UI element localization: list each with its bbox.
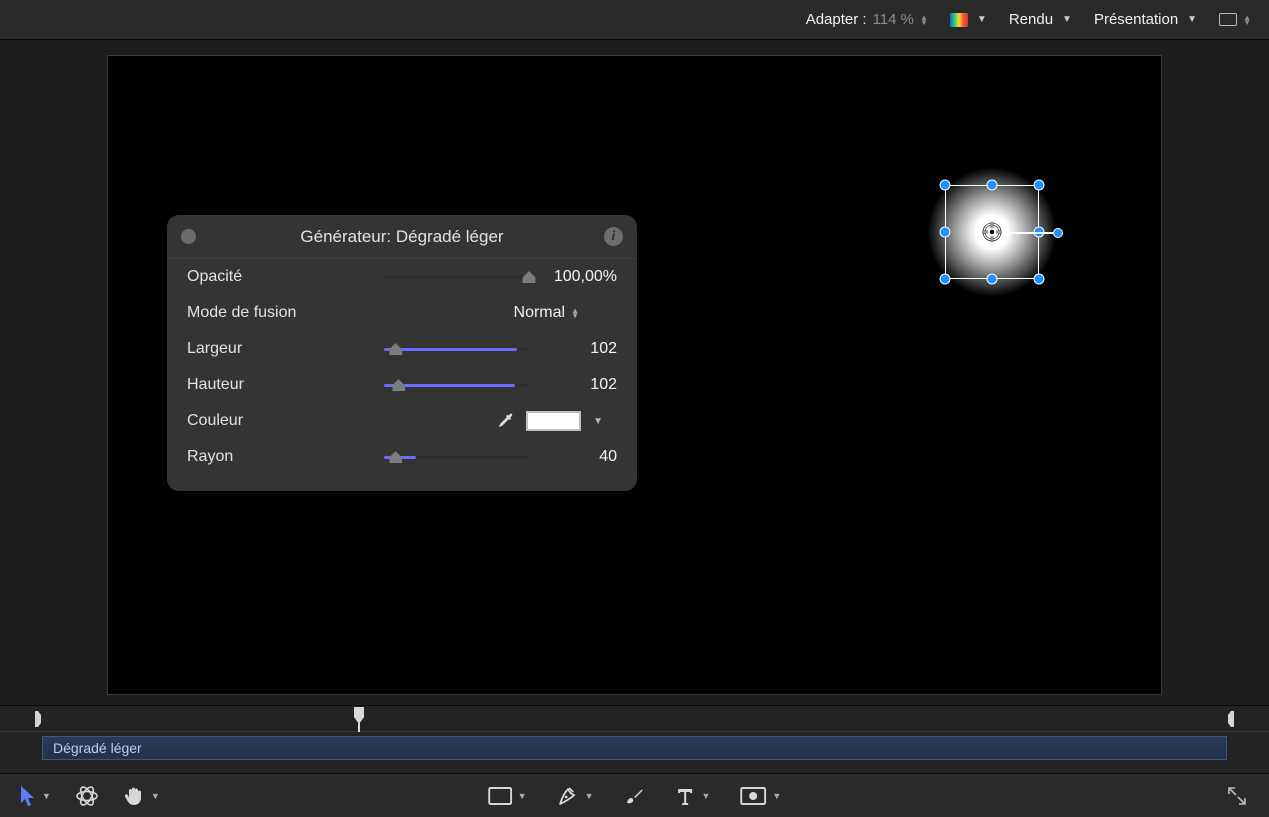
- height-slider[interactable]: [384, 375, 529, 395]
- chevron-down-icon: ▼: [518, 791, 527, 801]
- stepper-chevrons-icon: ▲▼: [1243, 15, 1251, 25]
- resize-handle-l[interactable]: [940, 227, 951, 238]
- height-value[interactable]: 102: [539, 376, 617, 394]
- chevron-down-icon: ▼: [151, 791, 160, 801]
- hud-row-blend: Mode de fusion Normal ▲▼: [167, 295, 637, 331]
- render-label: Rendu: [1009, 11, 1053, 28]
- zoom-adapter-menu[interactable]: Adapter : 114 % ▲▼: [806, 11, 928, 28]
- bottom-toolbar: ▼ ▼ ▼ ▼ ▼: [0, 773, 1269, 817]
- pan-tool[interactable]: ▼: [123, 785, 160, 807]
- selected-object[interactable]: [945, 185, 1039, 279]
- info-icon[interactable]: i: [604, 227, 623, 246]
- hud-header[interactable]: Générateur: Dégradé léger i: [167, 215, 637, 259]
- expand-fullscreen-icon[interactable]: [1227, 786, 1247, 806]
- hud-title: Générateur: Dégradé léger: [300, 227, 503, 247]
- view-layout-menu[interactable]: ▲▼: [1219, 13, 1251, 26]
- width-label: Largeur: [187, 340, 352, 358]
- timeline-ruler[interactable]: [0, 706, 1269, 732]
- rotation-handle[interactable]: [1053, 228, 1063, 238]
- radius-slider[interactable]: [384, 447, 529, 467]
- hud-row-color: Couleur ▼: [167, 403, 637, 439]
- presentation-menu[interactable]: Présentation ▼: [1094, 11, 1197, 28]
- blend-mode-select[interactable]: Normal ▲▼: [514, 304, 579, 322]
- width-value[interactable]: 102: [539, 340, 617, 358]
- chevron-down-icon: ▼: [42, 791, 51, 801]
- hud-inspector[interactable]: Générateur: Dégradé léger i Opacité 100,…: [167, 215, 637, 491]
- hud-row-opacity: Opacité 100,00%: [167, 259, 637, 295]
- width-slider[interactable]: [384, 339, 529, 359]
- chevron-down-icon: ▼: [702, 791, 711, 801]
- resize-handle-t[interactable]: [987, 180, 998, 191]
- chevron-down-icon: ▼: [1187, 14, 1197, 25]
- color-label: Couleur: [187, 412, 352, 430]
- blend-mode-value: Normal: [514, 304, 566, 322]
- timeline-clip-name: Dégradé léger: [53, 740, 142, 756]
- stepper-chevrons-icon: ▲▼: [571, 308, 579, 318]
- pen-tool[interactable]: ▼: [557, 784, 594, 808]
- resize-handle-tl[interactable]: [940, 180, 951, 191]
- resize-handle-bl[interactable]: [940, 274, 951, 285]
- height-label: Hauteur: [187, 376, 352, 394]
- color-channels-icon: [950, 13, 968, 27]
- radius-label: Rayon: [187, 448, 352, 466]
- timeline-clip[interactable]: Dégradé léger: [42, 736, 1227, 760]
- chevron-down-icon: ▼: [977, 14, 987, 25]
- playhead[interactable]: [352, 706, 366, 732]
- shape-tool[interactable]: ▼: [488, 787, 527, 805]
- mask-tool[interactable]: ▼: [740, 787, 781, 805]
- radius-value[interactable]: 40: [539, 448, 617, 466]
- mini-timeline: Dégradé léger: [0, 705, 1269, 773]
- color-channels-menu[interactable]: ▼: [950, 13, 987, 27]
- select-tool[interactable]: ▼: [18, 785, 51, 807]
- chevron-down-icon: ▼: [1062, 14, 1072, 25]
- resize-handle-b[interactable]: [987, 274, 998, 285]
- in-point-marker-icon[interactable]: [34, 710, 42, 728]
- chevron-down-icon: ▼: [772, 791, 781, 801]
- chevron-down-icon: ▼: [585, 791, 594, 801]
- zoom-adapter-label: Adapter :: [806, 11, 867, 28]
- top-toolbar: Adapter : 114 % ▲▼ ▼ Rendu ▼ Présentatio…: [0, 0, 1269, 40]
- canvas-area: Générateur: Dégradé léger i Opacité 100,…: [0, 40, 1269, 705]
- eyedropper-icon[interactable]: [496, 411, 516, 431]
- opacity-slider[interactable]: [384, 267, 529, 287]
- blend-mode-label: Mode de fusion: [187, 304, 352, 322]
- hud-row-radius: Rayon 40: [167, 439, 637, 475]
- opacity-value[interactable]: 100,00%: [539, 268, 617, 286]
- hud-row-width: Largeur 102: [167, 331, 637, 367]
- out-point-marker-icon[interactable]: [1227, 710, 1235, 728]
- resize-handle-br[interactable]: [1034, 274, 1045, 285]
- view-layout-icon: [1219, 13, 1237, 26]
- 3d-transform-tool[interactable]: [75, 784, 99, 808]
- anchor-crosshair-icon[interactable]: [981, 221, 1003, 243]
- resize-handle-tr[interactable]: [1034, 180, 1045, 191]
- paint-tool[interactable]: [624, 785, 646, 807]
- hud-close-dot[interactable]: [181, 229, 196, 244]
- zoom-value: 114 %: [873, 11, 914, 28]
- stepper-chevrons-icon: ▲▼: [920, 15, 928, 25]
- opacity-label: Opacité: [187, 268, 352, 286]
- render-menu[interactable]: Rendu ▼: [1009, 11, 1072, 28]
- color-swatch[interactable]: [526, 411, 581, 431]
- chevron-down-icon[interactable]: ▼: [593, 416, 603, 427]
- text-tool[interactable]: ▼: [676, 786, 711, 806]
- hud-row-height: Hauteur 102: [167, 367, 637, 403]
- presentation-label: Présentation: [1094, 11, 1178, 28]
